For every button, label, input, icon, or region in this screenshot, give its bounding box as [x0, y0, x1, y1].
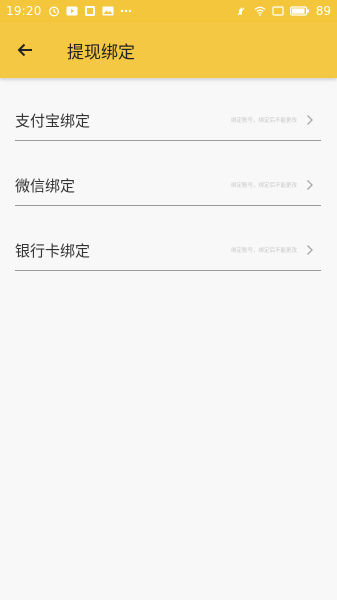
alipay-binding-row[interactable]: 支付宝绑定 绑定账号，绑定后不能更改 — [15, 100, 321, 141]
image-icon — [102, 6, 114, 16]
status-bar: 19:20 89 — [0, 0, 337, 22]
alipay-binding-label: 支付宝绑定 — [15, 111, 91, 130]
status-left: 19:20 — [6, 4, 132, 18]
alipay-binding-hint: 绑定账号，绑定后不能更改 — [230, 118, 297, 124]
bankcard-binding-hint: 绑定账号，绑定后不能更改 — [230, 248, 297, 254]
screen-icon — [272, 6, 284, 16]
chevron-right-icon — [305, 113, 315, 127]
mute-icon — [237, 7, 245, 16]
bankcard-binding-label: 银行卡绑定 — [15, 241, 91, 260]
play-icon — [66, 6, 78, 16]
page-title: 提现绑定 — [67, 42, 135, 63]
chevron-right-icon — [305, 243, 315, 257]
wechat-binding-row[interactable]: 微信绑定 绑定账号，绑定后不能更改 — [15, 165, 321, 206]
app-icon — [84, 6, 95, 16]
wechat-binding-label: 微信绑定 — [15, 176, 76, 195]
wechat-binding-hint: 绑定账号，绑定后不能更改 — [230, 183, 297, 189]
back-button[interactable] — [13, 38, 37, 62]
battery-icon — [289, 6, 309, 16]
status-right: 89 — [236, 4, 331, 18]
battery-level: 89 — [315, 4, 331, 18]
arrow-left-icon — [17, 43, 32, 57]
binding-list: 支付宝绑定 绑定账号，绑定后不能更改 微信绑定 绑定账号，绑定后不能更改 银行卡… — [15, 100, 321, 295]
wifi-icon — [254, 6, 266, 16]
status-time: 19:20 — [6, 4, 42, 18]
app-bar: 提现绑定 — [0, 22, 337, 78]
alarm-icon — [48, 6, 59, 17]
chevron-right-icon — [305, 178, 315, 192]
more-dots-icon — [120, 9, 131, 13]
bankcard-binding-row[interactable]: 银行卡绑定 绑定账号，绑定后不能更改 — [15, 230, 321, 271]
